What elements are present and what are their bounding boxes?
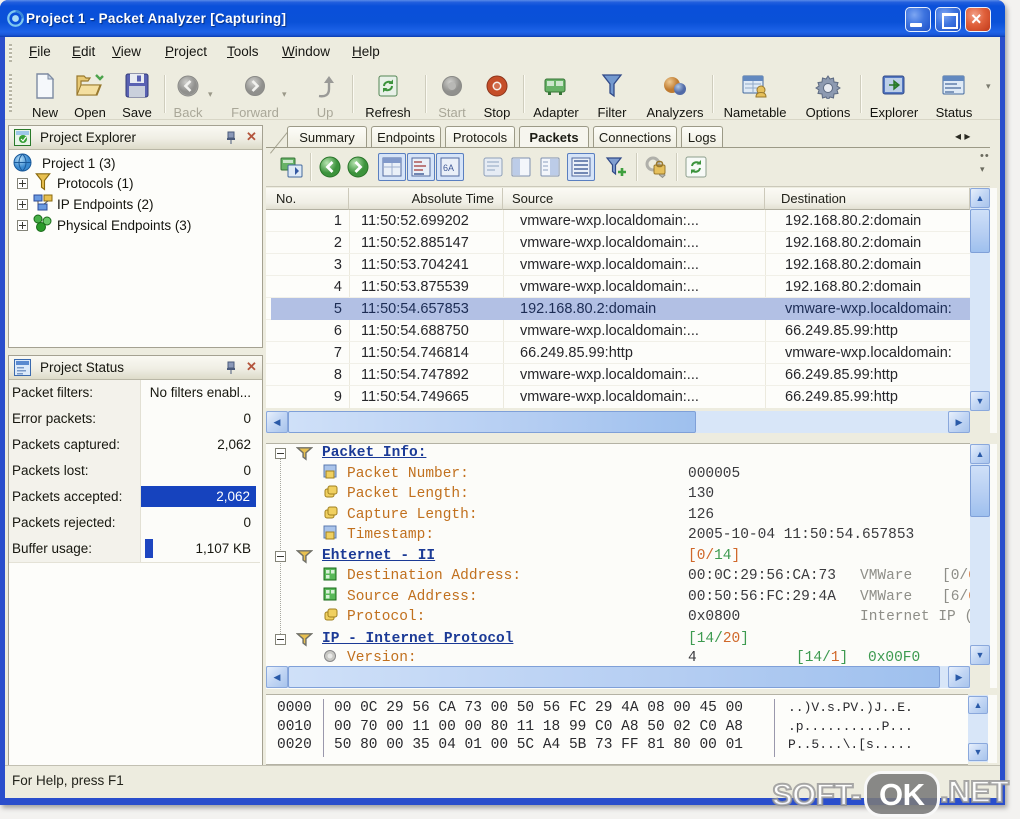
svg-text:6A: 6A bbox=[443, 163, 454, 173]
